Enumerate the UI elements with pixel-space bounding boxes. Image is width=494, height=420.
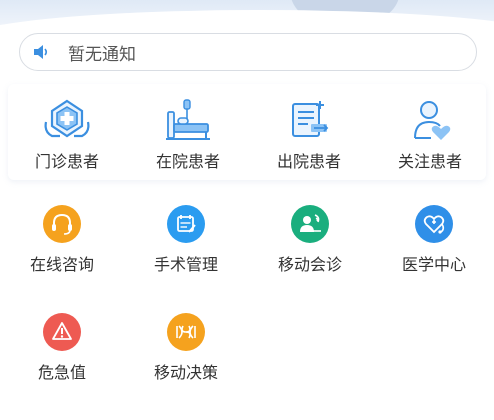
stethoscope-icon	[415, 205, 453, 243]
calendar-edit-icon	[167, 205, 205, 243]
warning-icon	[43, 313, 81, 351]
follow-patient-icon	[414, 101, 451, 140]
outpatient-label: 门诊患者	[34, 152, 99, 171]
mobile-decision-item[interactable]: 移动决策	[126, 313, 246, 383]
inpatient-item[interactable]: 在院患者	[128, 98, 248, 172]
outpatient-item[interactable]: 门诊患者	[7, 98, 127, 172]
outpatient-icon	[44, 99, 90, 138]
discharged-item[interactable]: 出院患者	[249, 98, 369, 172]
mobile-consult-item[interactable]: 移动会诊	[250, 205, 370, 275]
critical-value-label: 危急值	[37, 363, 86, 382]
speaker-icon	[32, 43, 50, 61]
inpatient-label: 在院患者	[155, 152, 220, 171]
medical-center-label: 医学中心	[401, 255, 466, 274]
surgery-mgmt-label: 手术管理	[153, 255, 218, 274]
inpatient-bed-icon	[166, 99, 210, 140]
surgery-mgmt-item[interactable]: 手术管理	[126, 205, 246, 275]
discharge-icon	[292, 101, 329, 137]
mobile-decision-label: 移动决策	[153, 363, 218, 382]
follow-item[interactable]: 关注患者	[370, 98, 490, 172]
consultation-icon	[291, 205, 329, 243]
notice-text: 暂无通知	[68, 44, 136, 65]
headset-icon	[43, 205, 81, 243]
discharged-label: 出院患者	[276, 152, 341, 171]
mobile-consult-label: 移动会诊	[277, 255, 342, 274]
online-consult-item[interactable]: 在线咨询	[2, 205, 122, 275]
follow-label: 关注患者	[397, 152, 462, 171]
notice-bar[interactable]: 暂无通知	[19, 33, 477, 71]
dna-icon	[167, 313, 205, 351]
critical-value-item[interactable]: 危急值	[2, 313, 122, 383]
online-consult-label: 在线咨询	[29, 255, 94, 274]
medical-center-item[interactable]: 医学中心	[374, 205, 494, 275]
